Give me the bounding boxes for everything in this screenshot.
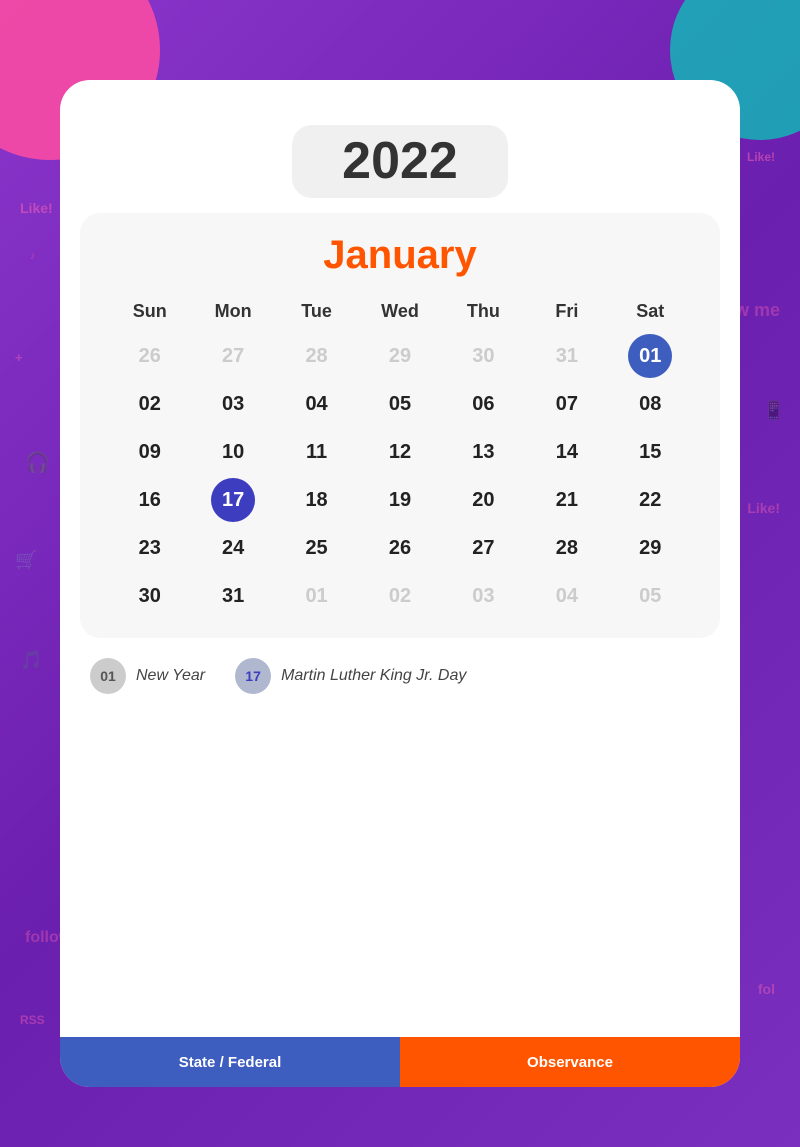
day-jan-27[interactable]: 27 bbox=[461, 526, 505, 570]
calendar-grid: Sun Mon Tue Wed Thu Fri Sat 26 27 28 29 … bbox=[110, 293, 690, 618]
main-card: 2022 January Sun Mon Tue Wed Thu Fri Sat… bbox=[60, 80, 740, 1087]
day-jan-29[interactable]: 29 bbox=[628, 526, 672, 570]
day-dec-30: 30 bbox=[461, 334, 505, 378]
day-jan-30[interactable]: 30 bbox=[128, 574, 172, 618]
day-jan-11[interactable]: 11 bbox=[295, 430, 339, 474]
doodle-headphone: 🎧 bbox=[25, 450, 50, 475]
day-jan-24[interactable]: 24 bbox=[211, 526, 255, 570]
tab-observance[interactable]: Observance bbox=[400, 1037, 740, 1087]
day-dec-29: 29 bbox=[378, 334, 422, 378]
day-feb-01: 01 bbox=[295, 574, 339, 618]
day-jan-21[interactable]: 21 bbox=[545, 478, 589, 522]
doodle-plus: + bbox=[15, 350, 23, 365]
day-jan-03[interactable]: 03 bbox=[211, 382, 255, 426]
day-jan-06[interactable]: 06 bbox=[461, 382, 505, 426]
month-name: January bbox=[110, 233, 690, 278]
day-jan-14[interactable]: 14 bbox=[545, 430, 589, 474]
day-header-mon: Mon bbox=[193, 293, 272, 330]
day-feb-05: 05 bbox=[628, 574, 672, 618]
doodle-phone: 📱 bbox=[763, 400, 785, 421]
day-jan-05[interactable]: 05 bbox=[378, 382, 422, 426]
doodle-fol: fol bbox=[758, 981, 775, 997]
holiday-name-mlk: Martin Luther King Jr. Day bbox=[281, 667, 466, 685]
holiday-badge-17: 17 bbox=[235, 658, 271, 694]
day-jan-17[interactable]: 17 bbox=[211, 478, 255, 522]
day-jan-12[interactable]: 12 bbox=[378, 430, 422, 474]
day-jan-16[interactable]: 16 bbox=[128, 478, 172, 522]
day-feb-02: 02 bbox=[378, 574, 422, 618]
day-header-wed: Wed bbox=[360, 293, 439, 330]
holiday-new-year: 01 New Year bbox=[90, 658, 205, 694]
day-feb-03: 03 bbox=[461, 574, 505, 618]
day-jan-25[interactable]: 25 bbox=[295, 526, 339, 570]
holiday-name-new-year: New Year bbox=[136, 667, 205, 685]
day-jan-01[interactable]: 01 bbox=[628, 334, 672, 378]
day-jan-09[interactable]: 09 bbox=[128, 430, 172, 474]
tab-state-federal[interactable]: State / Federal bbox=[60, 1037, 400, 1087]
day-jan-15[interactable]: 15 bbox=[628, 430, 672, 474]
doodle-like-left: Like! bbox=[20, 200, 53, 216]
holiday-badge-01: 01 bbox=[90, 658, 126, 694]
day-dec-27: 27 bbox=[211, 334, 255, 378]
day-dec-26: 26 bbox=[128, 334, 172, 378]
doodle-rss: RSS bbox=[20, 1013, 45, 1027]
day-jan-22[interactable]: 22 bbox=[628, 478, 672, 522]
day-jan-13[interactable]: 13 bbox=[461, 430, 505, 474]
day-jan-02[interactable]: 02 bbox=[128, 382, 172, 426]
year-badge: 2022 bbox=[292, 125, 508, 198]
day-jan-08[interactable]: 08 bbox=[628, 382, 672, 426]
day-jan-10[interactable]: 10 bbox=[211, 430, 255, 474]
day-jan-18[interactable]: 18 bbox=[295, 478, 339, 522]
day-jan-07[interactable]: 07 bbox=[545, 382, 589, 426]
doodle-like-right2: Like! bbox=[747, 500, 780, 516]
doodle-cart: 🛒 bbox=[15, 550, 37, 571]
day-jan-20[interactable]: 20 bbox=[461, 478, 505, 522]
day-header-fri: Fri bbox=[527, 293, 606, 330]
year-value: 2022 bbox=[342, 133, 458, 190]
day-jan-19[interactable]: 19 bbox=[378, 478, 422, 522]
day-header-sun: Sun bbox=[110, 293, 189, 330]
day-jan-04[interactable]: 04 bbox=[295, 382, 339, 426]
day-jan-23[interactable]: 23 bbox=[128, 526, 172, 570]
day-dec-28: 28 bbox=[295, 334, 339, 378]
doodle-like-right: Like! bbox=[747, 150, 775, 164]
doodle-music: ♪ bbox=[30, 250, 36, 262]
day-dec-31: 31 bbox=[545, 334, 589, 378]
doodle-music-note: 🎵 bbox=[20, 650, 42, 671]
day-jan-26[interactable]: 26 bbox=[378, 526, 422, 570]
day-feb-04: 04 bbox=[545, 574, 589, 618]
day-header-sat: Sat bbox=[611, 293, 690, 330]
day-jan-31[interactable]: 31 bbox=[211, 574, 255, 618]
calendar-container: January Sun Mon Tue Wed Thu Fri Sat 26 2… bbox=[80, 213, 720, 638]
bottom-tabs[interactable]: State / Federal Observance bbox=[60, 1037, 740, 1087]
day-header-thu: Thu bbox=[444, 293, 523, 330]
day-jan-28[interactable]: 28 bbox=[545, 526, 589, 570]
holidays-section: 01 New Year 17 Martin Luther King Jr. Da… bbox=[80, 653, 720, 699]
holiday-mlk: 17 Martin Luther King Jr. Day bbox=[235, 658, 466, 694]
day-header-tue: Tue bbox=[277, 293, 356, 330]
